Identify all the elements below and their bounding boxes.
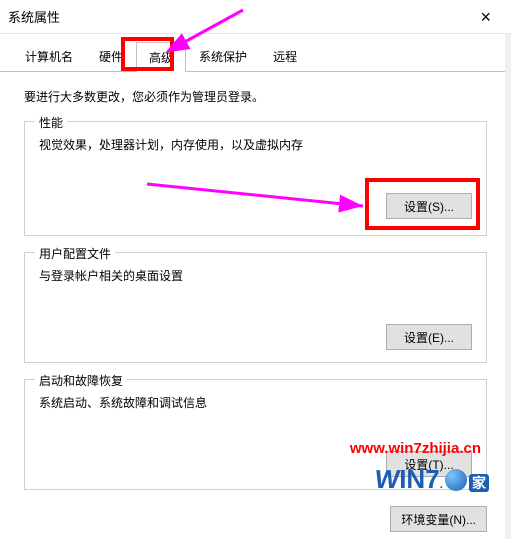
user-profiles-group: 用户配置文件 与登录帐户相关的桌面设置 设置(E)... [24,252,487,363]
tab-hardware[interactable]: 硬件 [86,41,136,71]
startup-legend: 启动和故障恢复 [35,372,127,389]
startup-text: 系统启动、系统故障和调试信息 [39,394,472,411]
user-profiles-legend: 用户配置文件 [35,245,115,262]
tab-system-protection[interactable]: 系统保护 [186,41,260,71]
scrollbar-edge [505,34,511,539]
performance-group: 性能 视觉效果，处理器计划，内存使用，以及虚拟内存 设置(S)... [24,121,487,236]
performance-settings-button[interactable]: 设置(S)... [386,193,472,219]
user-profiles-text: 与登录帐户相关的桌面设置 [39,267,472,284]
system-properties-dialog: 系统属性 × 计算机名 硬件 高级 系统保护 远程 要进行大多数更改，您必须作为… [0,0,511,539]
tab-strip: 计算机名 硬件 高级 系统保护 远程 [0,34,511,72]
performance-text: 视觉效果，处理器计划，内存使用，以及虚拟内存 [39,136,472,153]
tab-advanced[interactable]: 高级 [136,42,186,72]
tab-computer-name[interactable]: 计算机名 [12,41,86,71]
window-title: 系统属性 [8,7,60,26]
environment-variables-button[interactable]: 环境变量(N)... [390,506,487,532]
watermark-url: www.win7zhijia.cn [350,440,481,457]
user-profiles-settings-button[interactable]: 设置(E)... [386,324,472,350]
titlebar: 系统属性 × [0,0,511,34]
watermark-logo: WIN7.家 [375,464,489,495]
close-icon[interactable]: × [468,0,503,34]
tab-remote[interactable]: 远程 [260,41,310,71]
performance-legend: 性能 [35,114,67,131]
admin-hint: 要进行大多数更改，您必须作为管理员登录。 [24,88,487,105]
